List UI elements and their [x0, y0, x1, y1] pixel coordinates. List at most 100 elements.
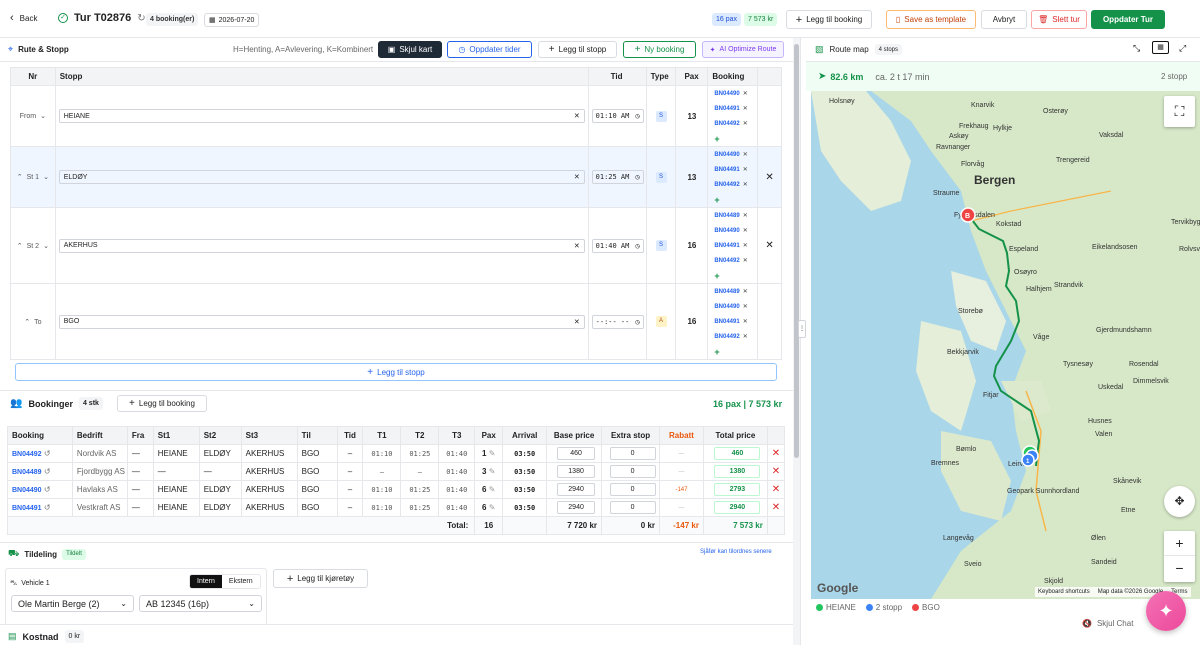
- chevron-up-icon[interactable]: ⌃: [17, 174, 23, 181]
- cost-header[interactable]: ▤ Kostnad 0 kr: [8, 630, 85, 643]
- left-scrollbar[interactable]: [793, 38, 800, 645]
- intern-toggle[interactable]: Intern: [190, 575, 222, 588]
- hide-map-button[interactable]: ▣ Skjul kart: [378, 41, 442, 58]
- total-price-input[interactable]: 2793: [714, 483, 761, 496]
- fullscreen-icon[interactable]: ⛶: [1164, 96, 1195, 127]
- collapse-icon[interactable]: ⤡: [1133, 43, 1140, 54]
- ai-optimize-button[interactable]: ✦ AI Optimize Route: [702, 41, 784, 58]
- stop-booking-tag[interactable]: BN04489 ✕: [708, 284, 757, 299]
- update-trip-button[interactable]: Oppdater Tur: [1091, 10, 1165, 29]
- booking-row[interactable]: BN04492 ↺ Nordvik AS — HEIANE ELDØY AKER…: [7, 444, 786, 463]
- remove-booking-icon[interactable]: ✕: [766, 444, 786, 463]
- booking-row[interactable]: BN04491 ↺ Vestkraft AS — HEIANE ELDØY AK…: [7, 498, 786, 517]
- history-icon[interactable]: ↺: [44, 485, 51, 494]
- stop-booking-tag[interactable]: BN04490 ✕: [708, 223, 757, 238]
- edit-icon[interactable]: ✎: [489, 467, 496, 476]
- remove-icon[interactable]: ✕: [743, 181, 748, 188]
- total-price-input[interactable]: 2940: [714, 501, 761, 514]
- remove-icon[interactable]: ✕: [743, 257, 748, 264]
- ai-chat-fab[interactable]: ✦: [1146, 591, 1186, 631]
- hide-chat-button[interactable]: 🔇 Skjul Chat: [1076, 615, 1139, 632]
- remove-icon[interactable]: ✕: [743, 303, 748, 310]
- booking-id-cell[interactable]: BN04492 ↺: [7, 444, 73, 463]
- stop-type-badge[interactable]: S: [655, 171, 667, 183]
- base-price-input[interactable]: 2940: [557, 483, 596, 496]
- clear-icon[interactable]: ✕: [574, 173, 580, 181]
- clear-icon[interactable]: ✕: [574, 318, 580, 326]
- remove-icon[interactable]: ✕: [743, 288, 748, 295]
- drag-handle-icon[interactable]: ⋮: [798, 320, 806, 338]
- add-stop-button[interactable]: + Legg til stopp: [538, 41, 617, 58]
- chevron-up-icon[interactable]: ⌃: [17, 243, 23, 250]
- scrollbar-thumb[interactable]: [794, 44, 799, 458]
- driver-select[interactable]: Ole Martin Berge (2) ⌄: [11, 595, 134, 612]
- add-vehicle-button[interactable]: + Legg til kjøretøy: [273, 569, 368, 588]
- keyboard-shortcuts-link[interactable]: Keyboard shortcuts: [1038, 589, 1090, 595]
- ekstern-toggle[interactable]: Ekstern: [222, 575, 260, 588]
- stop-booking-tag[interactable]: BN04490 ✕: [708, 86, 757, 101]
- remove-icon[interactable]: ✕: [743, 242, 748, 249]
- cancel-button[interactable]: Avbryt: [981, 10, 1027, 29]
- stop-booking-tag[interactable]: BN04492 ✕: [708, 329, 757, 344]
- booking-id-link[interactable]: BN04489: [12, 469, 42, 476]
- stop-booking-tag[interactable]: BN04491 ✕: [708, 101, 757, 116]
- booking-id-cell[interactable]: BN04490 ↺: [7, 480, 73, 499]
- stop-booking-tag[interactable]: BN04489 ✕: [708, 208, 757, 223]
- extra-stop-input[interactable]: 0: [609, 465, 656, 478]
- edit-icon[interactable]: ✎: [489, 449, 496, 458]
- pan-control-icon[interactable]: ✥: [1164, 486, 1195, 517]
- grid-view-icon[interactable]: ▦: [1152, 41, 1169, 54]
- extra-stop-input[interactable]: 0: [609, 483, 656, 496]
- history-icon[interactable]: ↻: [137, 13, 145, 24]
- remove-icon[interactable]: ✕: [743, 227, 748, 234]
- remove-booking-icon[interactable]: ✕: [766, 462, 786, 481]
- stop-name-input[interactable]: AKERHUS ✕: [58, 238, 585, 253]
- stop-booking-tag[interactable]: BN04491 ✕: [708, 162, 757, 177]
- remove-icon[interactable]: ✕: [743, 318, 748, 325]
- stop-type-badge[interactable]: S: [655, 240, 667, 251]
- booking-id-cell[interactable]: BN04489 ↺: [7, 462, 73, 481]
- stop-type-badge[interactable]: A: [655, 316, 667, 327]
- add-booking-button[interactable]: + Legg til booking: [786, 10, 872, 29]
- history-icon[interactable]: ↺: [44, 503, 51, 512]
- booking-row[interactable]: BN04489 ↺ Fjordbygg AS — — — AKERHUS BGO…: [7, 462, 786, 481]
- add-stop-bottom-button[interactable]: + Legg til stopp: [15, 363, 777, 381]
- remove-icon[interactable]: ✕: [743, 120, 748, 127]
- extra-stop-input[interactable]: 0: [609, 501, 656, 514]
- edit-icon[interactable]: ✎: [489, 485, 496, 494]
- delete-trip-button[interactable]: 🗑 Slett tur: [1031, 10, 1087, 29]
- history-icon[interactable]: ↺: [44, 449, 51, 458]
- base-price-input[interactable]: 460: [557, 447, 596, 460]
- chevron-up-icon[interactable]: ⌃: [24, 319, 30, 326]
- add-booking-tag[interactable]: +: [708, 268, 757, 283]
- booking-id-cell[interactable]: BN04491 ↺: [7, 498, 73, 517]
- expand-icon[interactable]: ⤢: [1179, 43, 1186, 54]
- chevron-down-icon[interactable]: ⌄: [43, 243, 49, 250]
- zoom-in-icon[interactable]: +: [1164, 531, 1195, 556]
- base-price-input[interactable]: 1380: [557, 465, 596, 478]
- stop-booking-tag[interactable]: BN04492 ✕: [708, 116, 757, 131]
- total-price-input[interactable]: 1380: [714, 465, 761, 478]
- remove-icon[interactable]: ✕: [743, 151, 748, 158]
- stop-booking-tag[interactable]: BN04490 ✕: [708, 299, 757, 314]
- stop-booking-tag[interactable]: BN04491 ✕: [708, 314, 757, 329]
- base-price-input[interactable]: 2940: [557, 501, 596, 514]
- stop-booking-tag[interactable]: BN04490 ✕: [708, 147, 757, 162]
- stop-time-input[interactable]: 01:40 AM ◷: [591, 238, 644, 253]
- extra-stop-input[interactable]: 0: [609, 447, 656, 460]
- booking-row[interactable]: BN04490 ↺ Havlaks AS — HEIANE ELDØY AKER…: [7, 480, 786, 499]
- edit-icon[interactable]: ✎: [489, 503, 496, 512]
- save-template-button[interactable]: ▯ Save as template: [886, 10, 976, 29]
- update-times-button[interactable]: ◷ Oppdater tider: [447, 41, 532, 58]
- date-picker[interactable]: ▦ 2026-07-20: [204, 13, 260, 27]
- remove-booking-icon[interactable]: ✕: [766, 498, 786, 517]
- stop-name-input[interactable]: BGO ✕: [58, 314, 585, 329]
- booking-id-link[interactable]: BN04492: [12, 451, 42, 458]
- remove-icon[interactable]: ✕: [743, 105, 748, 112]
- new-booking-button[interactable]: + Ny booking: [623, 41, 696, 58]
- add-booking-tag[interactable]: +: [708, 192, 757, 207]
- stop-time-input[interactable]: 01:25 AM ◷: [591, 170, 644, 184]
- vehicle-select[interactable]: AB 12345 (16p) ⌄: [139, 595, 262, 612]
- remove-icon[interactable]: ✕: [743, 212, 748, 219]
- history-icon[interactable]: ↺: [44, 467, 51, 476]
